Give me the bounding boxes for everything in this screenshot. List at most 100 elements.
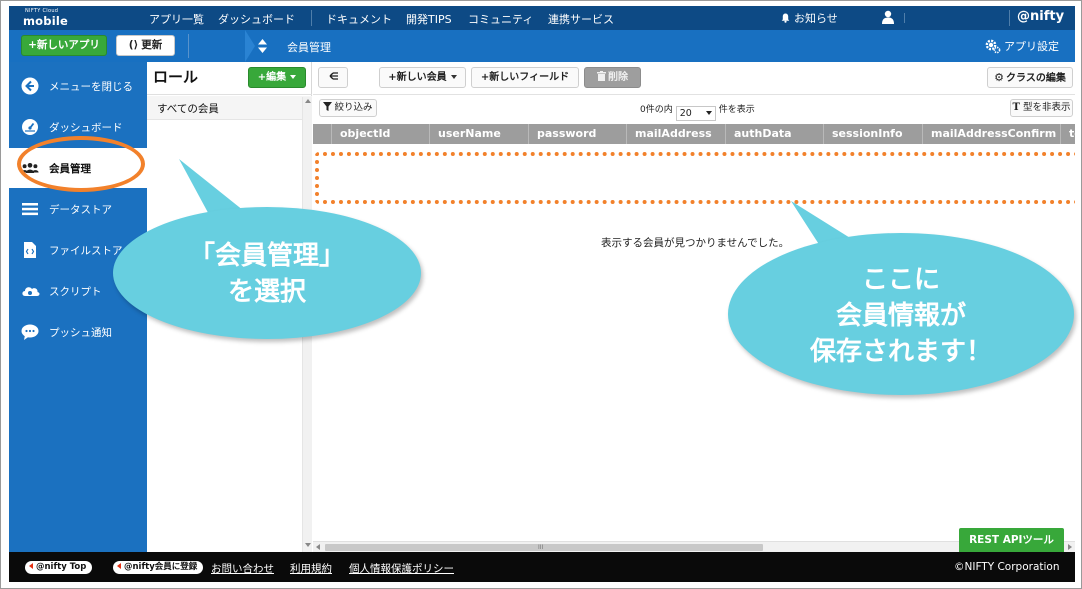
filter-label: 絞り込み bbox=[334, 102, 373, 113]
annotation-highlight-ellipse bbox=[17, 136, 145, 192]
nifty-top-label: @nifty Top bbox=[36, 562, 87, 572]
trash-icon bbox=[597, 71, 606, 81]
footer-link-contact[interactable]: お問い合わせ bbox=[211, 561, 274, 576]
toolbar-divider bbox=[188, 34, 189, 58]
nav-documents[interactable]: ドキュメント bbox=[326, 11, 392, 27]
row-select-header bbox=[313, 124, 331, 144]
scroll-left-icon[interactable] bbox=[316, 544, 320, 550]
column-header-password[interactable]: password bbox=[528, 124, 626, 144]
user-icon[interactable] bbox=[881, 10, 895, 24]
annotation-right-line2: 会員情報が bbox=[835, 301, 966, 331]
nifty-arrow-icon bbox=[29, 563, 33, 569]
nav-dev-tips[interactable]: 開発TIPS bbox=[406, 11, 452, 27]
chevron-down-icon bbox=[450, 75, 457, 79]
app-settings-link[interactable]: アプリ設定 bbox=[985, 38, 1059, 54]
role-panel-title: ロール bbox=[153, 68, 199, 86]
column-header-objectid[interactable]: objectId bbox=[331, 124, 429, 144]
nifty-register-label: @nifty会員に登録 bbox=[124, 562, 198, 572]
sidebar-item-label: スクリプト bbox=[49, 286, 102, 298]
nav-divider bbox=[311, 10, 312, 26]
refresh-icon: (⟩ bbox=[128, 39, 139, 51]
hide-type-button[interactable]: T 型を非表示 bbox=[1010, 99, 1073, 117]
cloud-script-icon bbox=[22, 287, 40, 296]
sidebar-item-datastore[interactable]: データストア bbox=[9, 189, 147, 229]
file-icon bbox=[24, 242, 36, 258]
annotation-right-line1: ここに bbox=[861, 265, 940, 295]
arrow-left-circle-icon bbox=[21, 77, 39, 95]
edit-class-button[interactable]: ⚙ クラスの編集 bbox=[987, 67, 1073, 88]
annotation-bubble-left: 「会員管理」 を選択 bbox=[113, 207, 421, 339]
column-header-sessioninfo[interactable]: sessionInfo bbox=[823, 124, 922, 144]
chevron-down-icon bbox=[705, 111, 712, 115]
nav-integration-services[interactable]: 連携サービス bbox=[548, 11, 614, 27]
footer: @nifty Top @nifty会員に登録 お問い合わせ 利用規約 個人情報保… bbox=[9, 552, 1075, 582]
nifty-register-link[interactable]: @nifty会員に登録 bbox=[113, 561, 204, 574]
annotation-left-line2: を選択 bbox=[227, 277, 306, 307]
nifty-brand[interactable]: @nifty bbox=[1017, 9, 1064, 24]
edit-role-label: +編集 bbox=[257, 72, 287, 83]
refresh-button[interactable]: (⟩ 更新 bbox=[116, 35, 175, 56]
nav-dashboard[interactable]: ダッシュボード bbox=[218, 11, 295, 27]
column-header-mailaddress[interactable]: mailAddress bbox=[626, 124, 725, 144]
new-app-button[interactable]: +新しいアプリ bbox=[21, 35, 107, 56]
gauge-icon bbox=[22, 119, 38, 135]
nav-community[interactable]: コミュニティ bbox=[468, 11, 533, 27]
new-member-button[interactable]: +新しい会員 bbox=[379, 67, 466, 88]
new-member-label: +新しい会員 bbox=[388, 72, 447, 83]
screenshot-frame: NIFTY Cloud mobile backend アプリ一覧 ダッシュボード… bbox=[0, 0, 1082, 589]
role-item-label: すべての会員 bbox=[157, 103, 219, 115]
nav-app-list[interactable]: アプリ一覧 bbox=[149, 11, 204, 27]
toggle-panel-button[interactable] bbox=[318, 67, 348, 88]
scroll-down-icon[interactable] bbox=[305, 543, 311, 547]
chevron-down-icon bbox=[290, 75, 297, 79]
footer-link-privacy[interactable]: 個人情報保護ポリシー bbox=[349, 561, 454, 576]
column-header-username[interactable]: userName bbox=[429, 124, 528, 144]
brand-divider bbox=[1009, 10, 1010, 26]
empty-state-message: 表示する会員が見つかりませんでした。 bbox=[601, 237, 790, 249]
new-field-button[interactable]: +新しいフィールド bbox=[471, 67, 579, 88]
sidebar-item-push[interactable]: プッシュ通知 bbox=[9, 312, 147, 352]
app-settings-label: アプリ設定 bbox=[1004, 40, 1059, 53]
edit-role-button[interactable]: +編集 bbox=[248, 67, 306, 88]
notice-link[interactable]: お知らせ bbox=[781, 10, 838, 26]
column-header-truncated[interactable]: te bbox=[1060, 124, 1075, 144]
sidebar-item-label: ダッシュボード bbox=[49, 122, 123, 134]
user-divider bbox=[904, 13, 905, 23]
column-header-mailaddressconfirm[interactable]: mailAddressConfirm bbox=[922, 124, 1060, 144]
notice-label: お知らせ bbox=[794, 12, 838, 25]
sidebar-item-label: メニューを閉じる bbox=[49, 81, 133, 93]
app-toolbar: +新しいアプリ (⟩ 更新 会員管理 アプリ設定 bbox=[9, 30, 1075, 62]
member-rows-highlight bbox=[315, 152, 1075, 204]
breadcrumb-chevron-icon bbox=[245, 30, 255, 62]
up-down-arrows-icon[interactable] bbox=[258, 39, 267, 53]
pagination-control: 0件の内 20 件を表示 bbox=[640, 102, 755, 121]
page-size-select[interactable]: 20 bbox=[675, 106, 716, 121]
nifty-top-link[interactable]: @nifty Top bbox=[25, 561, 93, 574]
pager-suffix: 件を表示 bbox=[718, 105, 755, 115]
sidebar-item-close-menu[interactable]: メニューを閉じる bbox=[9, 66, 147, 106]
delete-label: 削除 bbox=[608, 72, 628, 83]
role-item-all-members[interactable]: すべての会員 bbox=[147, 96, 312, 120]
grid-column-header: objectId userName password mailAddress a… bbox=[313, 124, 1075, 144]
delete-button[interactable]: 削除 bbox=[584, 67, 641, 88]
mobile-backend-logo[interactable]: NIFTY Cloud mobile backend bbox=[23, 8, 123, 42]
scroll-up-icon[interactable] bbox=[305, 99, 311, 103]
gear-icon: ⚙ bbox=[994, 71, 1005, 84]
scroll-right-icon[interactable] bbox=[1068, 544, 1072, 550]
collapse-left-icon bbox=[329, 72, 338, 80]
hide-type-label: 型を非表示 bbox=[1022, 102, 1071, 113]
footer-link-terms[interactable]: 利用規約 bbox=[290, 561, 332, 576]
breadcrumb-current: 会員管理 bbox=[287, 41, 331, 54]
annotation-left-line1: 「会員管理」 bbox=[188, 241, 345, 271]
annotation-bubble-right: ここに 会員情報が 保存されます！ bbox=[728, 233, 1074, 395]
toolbar-divider bbox=[313, 94, 1075, 95]
filter-icon bbox=[323, 102, 333, 111]
list-icon bbox=[22, 203, 38, 216]
refresh-label: 更新 bbox=[141, 39, 163, 51]
scroll-thumb[interactable]: III bbox=[325, 544, 763, 551]
rest-api-tool-button[interactable]: REST APIツール bbox=[959, 528, 1064, 552]
copyright-text: ©NIFTY Corporation bbox=[954, 561, 1060, 573]
sidebar-item-label: プッシュ通知 bbox=[49, 327, 112, 339]
filter-button[interactable]: 絞り込み bbox=[319, 99, 377, 117]
column-header-authdata[interactable]: authData bbox=[725, 124, 823, 144]
